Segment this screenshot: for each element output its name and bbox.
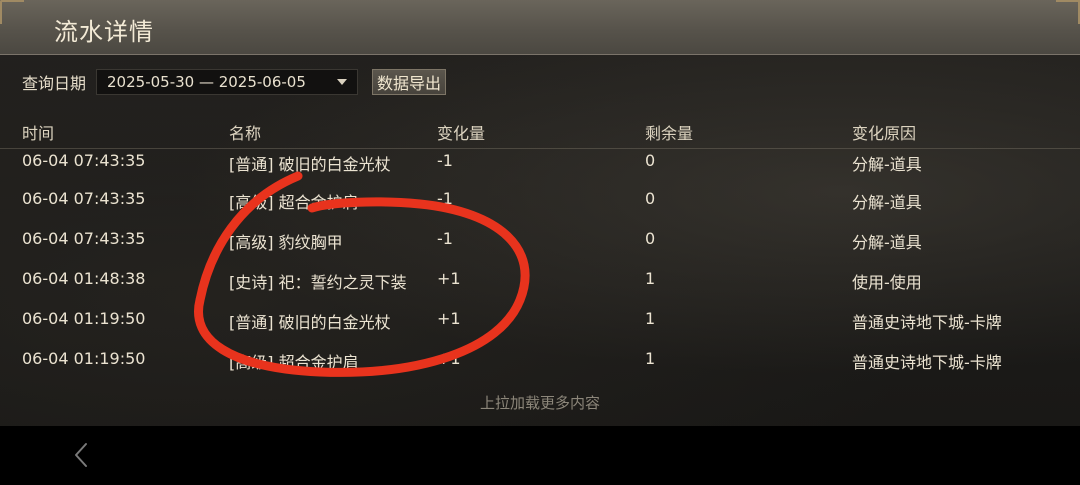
- table-row: 06-04 01:48:38 [史诗] 祀：誓约之灵下装 +1 1 使用-使用: [0, 261, 1080, 301]
- row-remain: 0: [645, 151, 656, 170]
- screen: 流水详情 查询日期 2025-05-30 — 2025-06-05 数据导出 时…: [0, 0, 1080, 485]
- row-item-name: [史诗] 祀：誓约之灵下装: [229, 273, 407, 292]
- page-title: 流水详情: [54, 18, 154, 46]
- row-remain: 0: [645, 229, 656, 248]
- row-reason: 分解-道具: [852, 155, 922, 174]
- date-range-value: 2025-05-30 — 2025-06-05: [107, 73, 306, 91]
- filter-row: 查询日期 2025-05-30 — 2025-06-05 数据导出: [22, 68, 447, 96]
- row-reason: 使用-使用: [852, 273, 922, 292]
- transaction-table: 时间 名称 变化量 剩余量 变化原因 06-04 07:43:35 [普通] 破…: [0, 112, 1080, 381]
- row-change: -1: [437, 189, 453, 208]
- column-header-reason: 变化原因: [852, 124, 917, 143]
- chevron-left-icon: [75, 443, 87, 467]
- row-time: 06-04 07:43:35: [22, 189, 146, 208]
- row-change: -1: [437, 229, 453, 248]
- row-change: +1: [437, 349, 461, 368]
- load-more-hint[interactable]: 上拉加载更多内容: [0, 392, 1080, 413]
- column-header-remain: 剩余量: [645, 124, 694, 143]
- row-time: 06-04 01:19:50: [22, 349, 146, 368]
- row-time: 06-04 01:19:50: [22, 309, 146, 328]
- column-header-name: 名称: [229, 124, 262, 143]
- row-remain: 1: [645, 309, 656, 328]
- row-remain: 1: [645, 349, 656, 368]
- row-change: +1: [437, 309, 461, 328]
- back-button[interactable]: [70, 440, 94, 470]
- column-header-change: 变化量: [437, 124, 486, 143]
- row-time: 06-04 07:43:35: [22, 151, 146, 170]
- system-nav-bar: [0, 426, 1080, 485]
- table-row: 06-04 01:19:50 [普通] 破旧的白金光杖 +1 1 普通史诗地下城…: [0, 301, 1080, 341]
- row-item-name: [高级] 超合金护肩: [229, 193, 359, 212]
- row-reason: 普通史诗地下城-卡牌: [852, 353, 1002, 372]
- detail-panel: 流水详情 查询日期 2025-05-30 — 2025-06-05 数据导出 时…: [0, 0, 1080, 426]
- caret-down-icon: [337, 79, 348, 85]
- row-time: 06-04 07:43:35: [22, 229, 146, 248]
- table-header: 时间 名称 变化量 剩余量 变化原因: [0, 112, 1080, 149]
- row-reason: 分解-道具: [852, 193, 922, 212]
- row-remain: 0: [645, 189, 656, 208]
- row-reason: 普通史诗地下城-卡牌: [852, 313, 1002, 332]
- table-row: 06-04 07:43:35 [高级] 超合金护肩 -1 0 分解-道具: [0, 181, 1080, 221]
- row-time: 06-04 01:48:38: [22, 269, 146, 288]
- row-reason: 分解-道具: [852, 233, 922, 252]
- corner-ornament-right: [1056, 0, 1080, 24]
- panel-header: 流水详情: [0, 0, 1080, 55]
- export-data-button[interactable]: 数据导出: [372, 69, 447, 95]
- date-filter-label: 查询日期: [22, 74, 87, 93]
- row-change: -1: [437, 151, 453, 170]
- date-range-select[interactable]: 2025-05-30 — 2025-06-05: [96, 69, 359, 95]
- table-row: 06-04 01:19:50 [高级] 超合金护肩 +1 1 普通史诗地下城-卡…: [0, 341, 1080, 381]
- row-item-name: [普通] 破旧的白金光杖: [229, 313, 391, 332]
- row-item-name: [高级] 超合金护肩: [229, 353, 359, 372]
- row-item-name: [普通] 破旧的白金光杖: [229, 155, 391, 174]
- corner-ornament-left: [0, 0, 24, 24]
- row-item-name: [高级] 豹纹胸甲: [229, 233, 343, 252]
- table-row: 06-04 07:43:35 [普通] 破旧的白金光杖 -1 0 分解-道具: [0, 149, 1080, 181]
- row-remain: 1: [645, 269, 656, 288]
- table-row: 06-04 07:43:35 [高级] 豹纹胸甲 -1 0 分解-道具: [0, 221, 1080, 261]
- row-change: +1: [437, 269, 461, 288]
- column-header-time: 时间: [22, 124, 55, 143]
